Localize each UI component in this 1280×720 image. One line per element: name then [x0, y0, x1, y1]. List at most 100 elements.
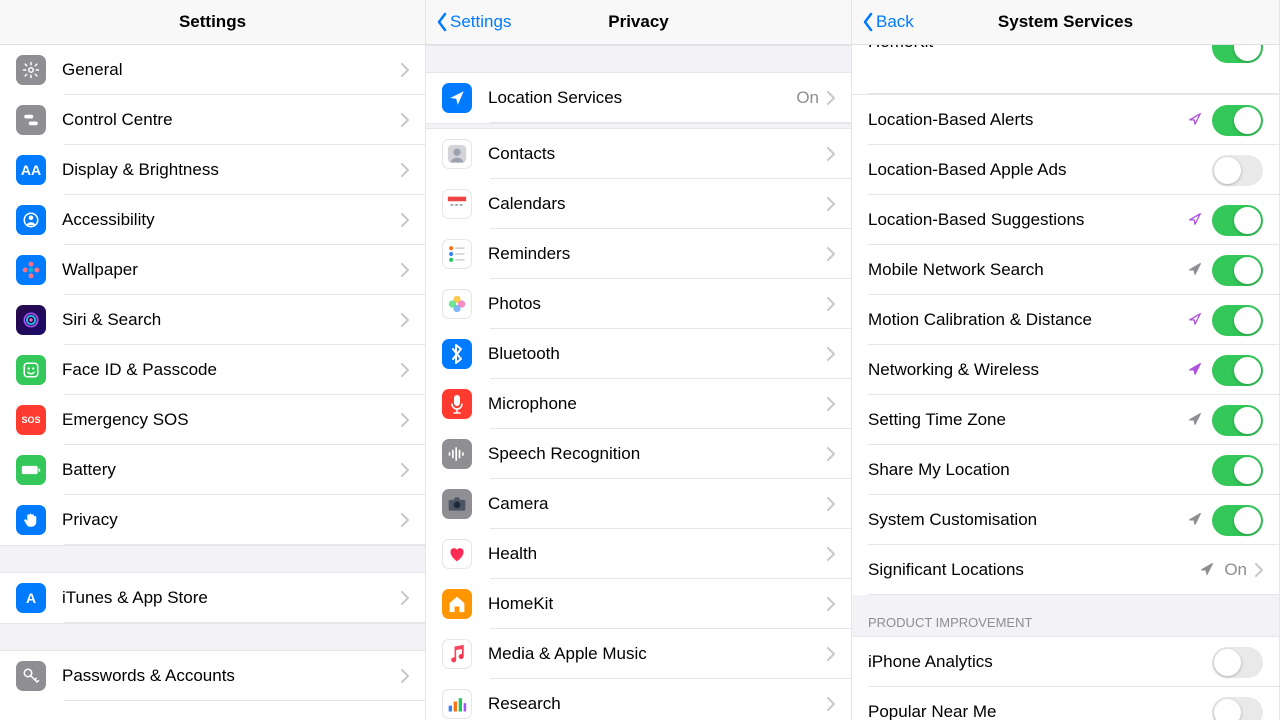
- cell-battery[interactable]: Battery: [0, 445, 425, 495]
- cell-general[interactable]: General: [0, 45, 425, 95]
- location-arrow-icon: [1188, 412, 1204, 428]
- cell-bluetooth[interactable]: Bluetooth: [426, 329, 851, 379]
- cell-label: Calendars: [488, 194, 827, 214]
- cell-label: Passwords & Accounts: [62, 666, 401, 686]
- cell-location-services[interactable]: Location ServicesOn: [426, 73, 851, 123]
- cell-faceid[interactable]: Face ID & Passcode: [0, 345, 425, 395]
- cell-calendars[interactable]: Calendars: [426, 179, 851, 229]
- chevron-left-icon: [436, 12, 448, 32]
- cell-accessory: [401, 669, 409, 683]
- cell-accessory: [401, 213, 409, 227]
- chevron-right-icon: [401, 313, 409, 327]
- chevron-right-icon: [1255, 563, 1263, 577]
- cell-share-my-location[interactable]: Share My Location: [852, 445, 1279, 495]
- cell-label: Mobile Network Search: [868, 260, 1188, 280]
- system-services-panel: Back System Services HomeKit Location-Ba…: [852, 0, 1280, 720]
- cell-speech[interactable]: Speech Recognition: [426, 429, 851, 479]
- cell-reminders[interactable]: Reminders: [426, 229, 851, 279]
- cell-label: Microphone: [488, 394, 827, 414]
- cell-accessory: [1188, 105, 1263, 136]
- cell-homekit[interactable]: HomeKit: [426, 579, 851, 629]
- cell-label: Research: [488, 694, 827, 714]
- chevron-right-icon: [401, 363, 409, 377]
- cell-siri-search[interactable]: Siri & Search: [0, 295, 425, 345]
- location-arrow-icon: [1188, 312, 1204, 328]
- cell-label: Bluetooth: [488, 344, 827, 364]
- toggle-switch[interactable]: [1212, 355, 1263, 386]
- toggle-switch[interactable]: [1212, 505, 1263, 536]
- location-icon: [442, 83, 472, 113]
- person-icon: [16, 205, 46, 235]
- cell-mobile-network-search[interactable]: Mobile Network Search: [852, 245, 1279, 295]
- cell-accessory: [401, 313, 409, 327]
- back-button[interactable]: Back: [862, 12, 914, 32]
- toggle-switch[interactable]: [1212, 205, 1263, 236]
- cell-accessory: [401, 63, 409, 77]
- cell-popular-near-me[interactable]: Popular Near Me: [852, 687, 1279, 720]
- location-arrow-icon: [1188, 262, 1204, 278]
- cell-accessory: [827, 397, 835, 411]
- toggle-switch[interactable]: [1212, 305, 1263, 336]
- photos-icon: [442, 289, 472, 319]
- cell-accessory: [1212, 647, 1263, 678]
- cell-label: Emergency SOS: [62, 410, 401, 430]
- cell-motion-calibration[interactable]: Motion Calibration & Distance: [852, 295, 1279, 345]
- cell-passwords-accounts[interactable]: Passwords & Accounts: [0, 651, 425, 701]
- cell-loc-alerts[interactable]: Location-Based Alerts: [852, 95, 1279, 145]
- chevron-right-icon: [827, 497, 835, 511]
- toggle-switch[interactable]: [1212, 45, 1263, 63]
- cell-networking-wireless[interactable]: Networking & Wireless: [852, 345, 1279, 395]
- cell-emergency-sos[interactable]: SOS Emergency SOS: [0, 395, 425, 445]
- cell-contacts[interactable]: Contacts: [426, 129, 851, 179]
- cell-camera[interactable]: Camera: [426, 479, 851, 529]
- toggle-switch[interactable]: [1212, 255, 1263, 286]
- cell-photos[interactable]: Photos: [426, 279, 851, 329]
- cell-homekit-partial[interactable]: HomeKit: [852, 45, 1279, 95]
- cell-itunes-appstore[interactable]: AiTunes & App Store: [0, 573, 425, 623]
- speech-icon: [442, 439, 472, 469]
- system-services-navbar: Back System Services: [852, 0, 1279, 45]
- cell-setting-time-zone[interactable]: Setting Time Zone: [852, 395, 1279, 445]
- cell-health[interactable]: Health: [426, 529, 851, 579]
- back-to-settings-button[interactable]: Settings: [436, 12, 511, 32]
- cell-accessory: [1212, 697, 1263, 720]
- cell-significant-locations[interactable]: Significant LocationsOn: [852, 545, 1279, 595]
- SOS-icon: SOS: [16, 405, 46, 435]
- cell-accessory: [1212, 155, 1263, 186]
- chevron-right-icon: [827, 547, 835, 561]
- camera-icon: [442, 489, 472, 519]
- cell-accessory: [827, 697, 835, 711]
- cell-label: Health: [488, 544, 827, 564]
- toggle-switch[interactable]: [1212, 105, 1263, 136]
- cell-accessory: On: [1200, 560, 1263, 580]
- cell-control-centre[interactable]: Control Centre: [0, 95, 425, 145]
- cell-research[interactable]: Research: [426, 679, 851, 720]
- cell-display-brightness[interactable]: AADisplay & Brightness: [0, 145, 425, 195]
- switches-icon: [16, 105, 46, 135]
- chevron-right-icon: [401, 163, 409, 177]
- cell-privacy[interactable]: Privacy: [0, 495, 425, 545]
- cell-accessory: [1188, 355, 1263, 386]
- cell-accessory: [827, 497, 835, 511]
- cell-wallpaper[interactable]: Wallpaper: [0, 245, 425, 295]
- calendar-icon: [442, 189, 472, 219]
- cell-iphone-analytics[interactable]: iPhone Analytics: [852, 637, 1279, 687]
- cell-accessory: [827, 647, 835, 661]
- cell-system-customisation[interactable]: System Customisation: [852, 495, 1279, 545]
- cell-accessibility[interactable]: Accessibility: [0, 195, 425, 245]
- cell-label: Significant Locations: [868, 560, 1200, 580]
- cell-accessory: [1188, 405, 1263, 436]
- toggle-switch[interactable]: [1212, 405, 1263, 436]
- cell-accessory: [827, 247, 835, 261]
- gear-icon: [16, 55, 46, 85]
- cell-loc-suggestions[interactable]: Location-Based Suggestions: [852, 195, 1279, 245]
- cell-loc-apple-ads[interactable]: Location-Based Apple Ads: [852, 145, 1279, 195]
- contacts-icon: [442, 139, 472, 169]
- cell-media[interactable]: Media & Apple Music: [426, 629, 851, 679]
- toggle-switch[interactable]: [1212, 647, 1263, 678]
- toggle-switch[interactable]: [1212, 697, 1263, 720]
- cell-microphone[interactable]: Microphone: [426, 379, 851, 429]
- toggle-switch[interactable]: [1212, 455, 1263, 486]
- toggle-switch[interactable]: [1212, 155, 1263, 186]
- cell-label: HomeKit: [488, 594, 827, 614]
